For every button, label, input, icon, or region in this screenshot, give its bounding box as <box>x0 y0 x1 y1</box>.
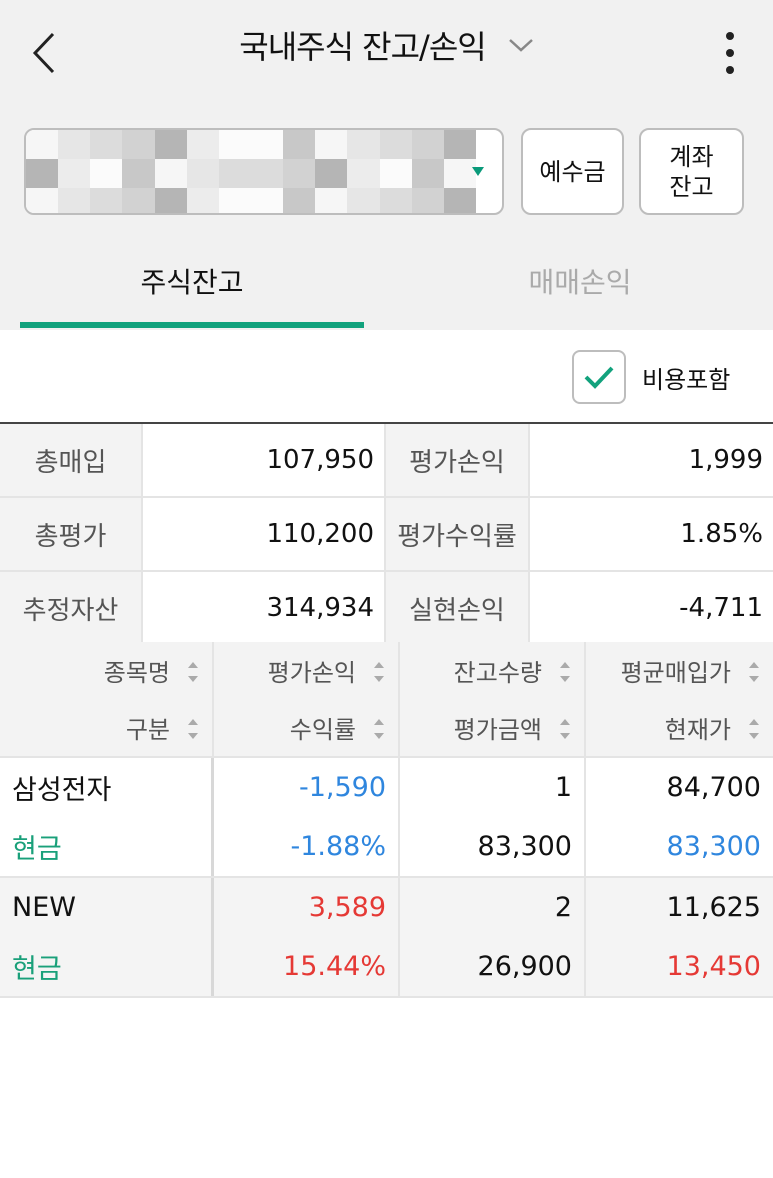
deposit-label: 예수금 <box>539 157 606 186</box>
chevron-down-icon[interactable] <box>508 37 534 53</box>
sort-stock-name[interactable]: 종목명 <box>0 642 212 699</box>
more-dot-icon <box>726 66 734 74</box>
sort-icon <box>749 662 759 682</box>
header-col: 종목명 구분 <box>0 642 214 756</box>
summary-row: 총매입 107,950 평가손익 1,999 <box>0 424 773 498</box>
sort-eval-amount[interactable]: 평가금액 <box>400 699 584 756</box>
stock-quantity: 2 <box>554 892 572 923</box>
sort-avg-price[interactable]: 평균매입가 <box>586 642 773 699</box>
dropdown-caret-icon <box>472 167 484 176</box>
header-col: 평가손익 수익률 <box>214 642 400 756</box>
fee-include-toggle[interactable]: 비용포함 <box>572 350 730 404</box>
active-tab-indicator <box>20 322 364 328</box>
stock-return-rate: -1.88% <box>290 831 386 862</box>
account-number-masked <box>26 130 476 213</box>
sort-icon <box>188 662 198 682</box>
holdings-table: 종목명 구분 평가손익 수익률 잔고수량 평가금액 평균매입가 현재가 삼성전자… <box>0 642 773 998</box>
stock-type: 현금 <box>12 834 62 865</box>
header-label: 평가금액 <box>453 716 542 744</box>
row-col: 84,700 83,300 <box>586 758 773 876</box>
eval-return-label: 평가수익률 <box>386 498 530 570</box>
holdings-header: 종목명 구분 평가손익 수익률 잔고수량 평가금액 평균매입가 현재가 <box>0 642 773 758</box>
total-eval-value: 110,200 <box>143 498 386 570</box>
fee-checkbox[interactable] <box>572 350 626 404</box>
account-balance-label-1: 계좌 <box>669 142 714 171</box>
row-col: NEW 현금 <box>0 878 214 996</box>
tab-trading-pnl[interactable]: 매매손익 <box>400 258 760 304</box>
header-label: 현재가 <box>664 716 731 744</box>
app-header: 국내주식 잔고/손익 <box>0 0 773 100</box>
stock-type: 현금 <box>12 954 62 985</box>
total-eval-label: 총평가 <box>0 498 143 570</box>
sort-return-rate[interactable]: 수익률 <box>214 699 398 756</box>
eval-pnl-value: 1,999 <box>530 424 773 496</box>
sort-icon <box>374 662 384 682</box>
sort-type[interactable]: 구분 <box>0 699 212 756</box>
tab-stock-balance[interactable]: 주식잔고 <box>20 258 364 304</box>
stock-pnl: -1,590 <box>298 772 386 803</box>
deposit-button[interactable]: 예수금 <box>521 128 624 215</box>
tab-label: 매매손익 <box>528 266 632 299</box>
sort-icon <box>749 719 759 739</box>
more-dot-icon <box>726 32 734 40</box>
realized-pnl-value: -4,711 <box>530 572 773 644</box>
sort-icon <box>374 719 384 739</box>
summary-table: 총매입 107,950 평가손익 1,999 총평가 110,200 평가수익률… <box>0 422 773 646</box>
realized-pnl-label: 실현손익 <box>386 572 530 644</box>
stock-eval-amount: 26,900 <box>477 951 572 982</box>
stock-name: 삼성전자 <box>12 775 112 806</box>
stock-current-price: 13,450 <box>666 951 761 982</box>
est-assets-label: 추정자산 <box>0 572 143 644</box>
stock-quantity: 1 <box>554 772 572 803</box>
stock-pnl: 3,589 <box>308 892 386 923</box>
header-label: 구분 <box>125 716 170 744</box>
table-row[interactable]: 삼성전자 현금 -1,590 -1.88% 1 83,300 84,700 83… <box>0 758 773 878</box>
eval-return-value: 1.85% <box>530 498 773 570</box>
row-col: 삼성전자 현금 <box>0 758 214 876</box>
more-menu-button[interactable] <box>714 28 746 78</box>
sort-current-price[interactable]: 현재가 <box>586 699 773 756</box>
checkmark-icon <box>584 366 614 389</box>
total-purchase-value: 107,950 <box>143 424 386 496</box>
total-purchase-label: 총매입 <box>0 424 143 496</box>
header-label: 잔고수량 <box>453 659 542 687</box>
account-balance-button[interactable]: 계좌 잔고 <box>639 128 744 215</box>
header-label: 평균매입가 <box>620 659 731 687</box>
summary-row: 추정자산 314,934 실현손익 -4,711 <box>0 572 773 646</box>
row-col: 1 83,300 <box>400 758 586 876</box>
stock-avg-price: 11,625 <box>666 892 761 923</box>
row-col: 11,625 13,450 <box>586 878 773 996</box>
stock-current-price: 83,300 <box>666 831 761 862</box>
account-selector[interactable] <box>24 128 504 215</box>
tab-label: 주식잔고 <box>140 266 244 299</box>
sort-icon <box>560 719 570 739</box>
sort-icon <box>188 719 198 739</box>
row-col: 3,589 15.44% <box>214 878 400 996</box>
page-title[interactable]: 국내주식 잔고/손익 <box>239 22 486 68</box>
header-label: 수익률 <box>289 716 356 744</box>
row-col: -1,590 -1.88% <box>214 758 400 876</box>
stock-return-rate: 15.44% <box>283 951 386 982</box>
title-area[interactable]: 국내주식 잔고/손익 <box>0 22 773 68</box>
sort-icon <box>560 662 570 682</box>
stock-avg-price: 84,700 <box>666 772 761 803</box>
summary-row: 총평가 110,200 평가수익률 1.85% <box>0 498 773 572</box>
header-label: 종목명 <box>103 659 170 687</box>
stock-name: NEW <box>12 892 76 923</box>
est-assets-value: 314,934 <box>143 572 386 644</box>
eval-pnl-label: 평가손익 <box>386 424 530 496</box>
row-col: 2 26,900 <box>400 878 586 996</box>
table-row[interactable]: NEW 현금 3,589 15.44% 2 26,900 11,625 13,4… <box>0 878 773 998</box>
account-balance-label-2: 잔고 <box>669 172 714 201</box>
header-col: 잔고수량 평가금액 <box>400 642 586 756</box>
fee-label: 비용포함 <box>642 365 731 394</box>
sort-quantity[interactable]: 잔고수량 <box>400 642 584 699</box>
stock-eval-amount: 83,300 <box>477 831 572 862</box>
sort-eval-pnl[interactable]: 평가손익 <box>214 642 398 699</box>
header-col: 평균매입가 현재가 <box>586 642 773 756</box>
more-dot-icon <box>726 49 734 57</box>
header-label: 평가손익 <box>267 659 356 687</box>
